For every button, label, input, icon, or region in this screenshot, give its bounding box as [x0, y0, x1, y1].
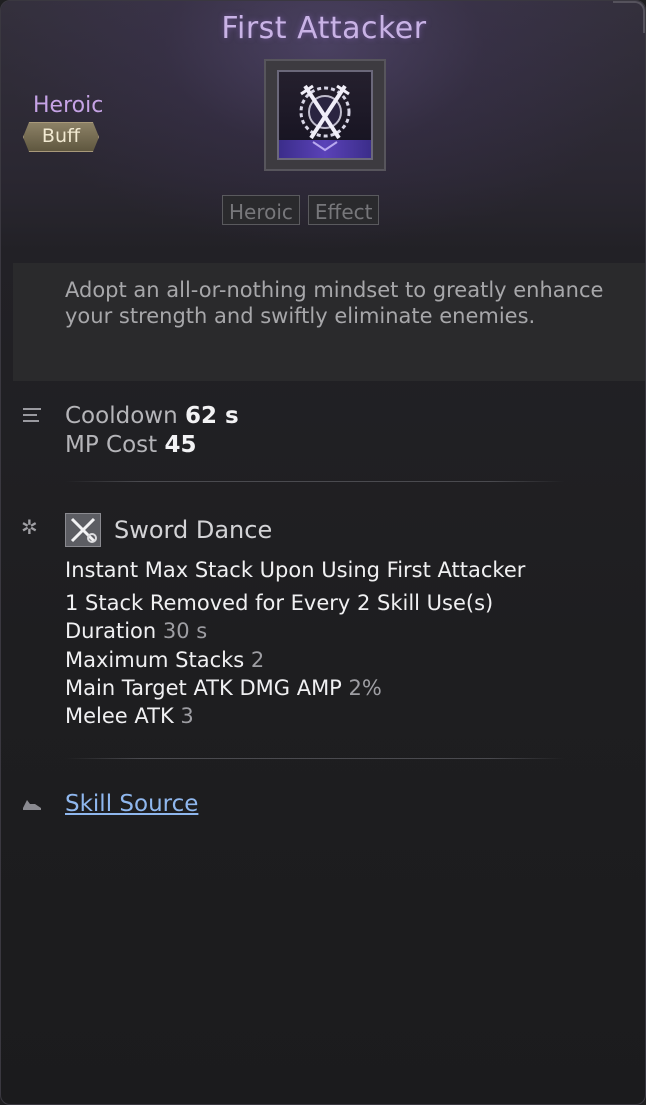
- mp-cost-value: 45: [164, 432, 197, 458]
- skill-title: First Attacker: [221, 11, 427, 46]
- hand-pointer-icon: [21, 796, 43, 812]
- cooldown-value: 62 s: [184, 403, 239, 429]
- crossed-swords-crest-icon: [277, 70, 373, 160]
- gear-icon: ✲: [21, 515, 38, 539]
- effect-name: Sword Dance: [114, 516, 273, 544]
- skill-tooltip-panel: First Attacker Heroic Buff Heroic Effect…: [0, 0, 646, 1105]
- skill-type-badge: Buff: [23, 122, 99, 152]
- cooldown-stat: Cooldown 62 s: [65, 403, 239, 429]
- sword-dance-icon: [65, 513, 101, 547]
- skill-description-box: Adopt an all-or-nothing mindset to great…: [13, 263, 645, 381]
- effect-line-melee-atk: Melee ATK 3: [65, 704, 194, 728]
- duration-value: 30 s: [162, 619, 208, 643]
- divider: [65, 481, 565, 482]
- tag-effect: Effect: [307, 195, 380, 225]
- skill-grade: Heroic: [33, 93, 104, 118]
- skill-tags: Heroic Effect: [222, 195, 380, 225]
- melee-atk-value: 3: [180, 704, 194, 728]
- skill-icon-frame: [264, 59, 386, 171]
- effect-line: 1 Stack Removed for Every 2 Skill Use(s): [65, 591, 494, 615]
- effect-line-duration: Duration 30 s: [65, 619, 208, 643]
- mp-cost-label: MP Cost: [65, 432, 158, 458]
- cooldown-label: Cooldown: [65, 403, 178, 429]
- max-stacks-value: 2: [250, 648, 265, 672]
- skill-source-link[interactable]: Skill Source: [65, 791, 198, 817]
- list-icon: [23, 408, 41, 426]
- tag-heroic: Heroic: [222, 195, 300, 225]
- effect-line-atk-dmg-amp: Main Target ATK DMG AMP 2%: [65, 676, 382, 700]
- effect-line-max-stacks: Maximum Stacks 2: [65, 648, 265, 672]
- divider: [65, 758, 565, 759]
- mp-cost-stat: MP Cost 45: [65, 432, 197, 458]
- skill-description: Adopt an all-or-nothing mindset to great…: [65, 278, 604, 328]
- atk-dmg-amp-value: 2%: [348, 676, 382, 700]
- effect-line: Instant Max Stack Upon Using First Attac…: [65, 558, 526, 582]
